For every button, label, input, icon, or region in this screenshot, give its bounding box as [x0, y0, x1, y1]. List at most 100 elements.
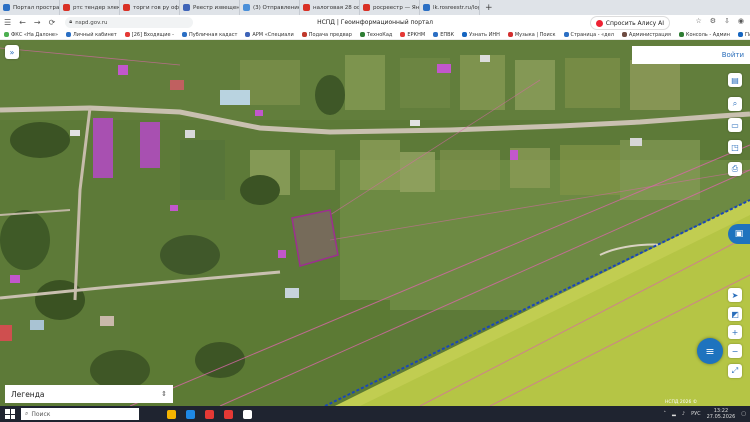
taskbar-app-icon[interactable] [205, 409, 214, 419]
favicon-icon [363, 4, 370, 11]
bookmark-item[interactable]: Личный кабинет [62, 32, 121, 38]
bookmark-item[interactable]: АРМ «Специали [241, 32, 297, 38]
address-bar: ☰ ← → ⟳ 🔒︎ nspd.gov.ru НСПД | Геоинформа… [0, 15, 750, 31]
bookmark-item[interactable]: Администрация [618, 32, 675, 38]
bookmark-label: Страница - «дел [570, 31, 614, 38]
extensions-icon[interactable]: ⚙ [710, 17, 716, 25]
url-field[interactable]: 🔒︎ nspd.gov.ru [65, 17, 194, 28]
bookmark-favicon-icon [245, 32, 251, 37]
map-view[interactable]: » Войти ▤ ⌕ ▭ ◳ ⎙ ▣ ➤ ◩ + − ⤢ ≡ Легенда … [0, 40, 750, 406]
bookmark-item[interactable]: ГИС Торги [734, 32, 750, 38]
windows-start-icon[interactable] [5, 409, 15, 419]
search-map-icon[interactable]: ⌕ [728, 97, 742, 111]
bookmark-label: АРМ «Специали [252, 31, 294, 38]
favicon-icon [63, 4, 70, 11]
tray-arrow-icon[interactable]: ˄ [664, 411, 667, 417]
bookmark-item[interactable]: Консоль - Админ [675, 32, 734, 38]
bookmark-favicon-icon [124, 32, 130, 37]
bookmark-favicon-icon [4, 32, 9, 37]
bookmark-label: [26] Входящие - [131, 31, 174, 38]
volume-icon[interactable]: ♪ [682, 411, 685, 417]
bookmark-item[interactable]: Страница - «дел [560, 32, 618, 38]
bookmark-favicon-icon [563, 32, 569, 37]
favicon-icon [303, 4, 310, 11]
bookmark-label: ЕПВК [440, 31, 455, 38]
clock[interactable]: 13:22 27.05.2026 [707, 408, 736, 420]
favicon-icon [243, 4, 250, 11]
language-indicator[interactable]: РУС [691, 411, 701, 417]
satellite-imagery [0, 40, 750, 406]
back-icon[interactable]: ← [15, 18, 30, 27]
browser-tab[interactable]: торги гов ру официа× [120, 0, 180, 15]
tab-title: (3) Отправление - По [253, 4, 300, 11]
notifications-icon[interactable]: ▢ [741, 411, 746, 417]
clock-date: 27.05.2026 [706, 414, 736, 420]
tab-title: lk.rosreestr.ru/login?redi [433, 4, 480, 11]
browser-tab[interactable]: Портал пространствен× [0, 0, 60, 15]
zoom-reset-button[interactable]: ⤢ [728, 364, 742, 378]
browser-tab[interactable]: налоговая 28 официа× [300, 0, 360, 15]
menu-icon[interactable]: ☰ [0, 18, 15, 27]
bookmark-label: Личный кабинет [73, 31, 117, 38]
bookmark-label: ГИС Торги [744, 31, 750, 38]
bookmark-item[interactable]: Узнать ИНН [458, 32, 504, 38]
search-icon: ⌕ [25, 410, 29, 417]
bookmark-label: Узнать ИНН [469, 31, 500, 38]
base-map-icon[interactable]: ◩ [728, 307, 742, 321]
legend-panel[interactable]: Легенда ⇕ [5, 385, 173, 403]
bookmark-favicon-icon [462, 32, 468, 37]
expand-icon[interactable]: ⇕ [161, 390, 167, 398]
browser-tab[interactable]: росреестр — Яндекс× [360, 0, 420, 15]
bookmark-item[interactable]: [26] Входящие - [121, 32, 178, 38]
bookmark-item[interactable]: ЕПВК [429, 32, 458, 38]
bookmark-label: Публичная кадаст [188, 31, 238, 38]
print-icon[interactable]: ⎙ [728, 162, 742, 176]
browser-tab[interactable]: (3) Отправление - По× [240, 0, 300, 15]
taskbar-app-icon[interactable] [243, 409, 252, 419]
selection-icon[interactable]: ◳ [728, 140, 742, 154]
legend-label: Легенда [11, 389, 45, 399]
tab-title: Портал пространствен [13, 4, 60, 11]
zoom-in-button[interactable]: + [728, 325, 742, 339]
login-label: Войти [721, 51, 744, 59]
network-icon[interactable]: ▂ [672, 411, 676, 417]
tab-title: Реестр извещений [193, 4, 240, 11]
download-icon[interactable]: ⇩ [724, 17, 730, 25]
bookmark-item[interactable]: Публичная кадаст [178, 32, 241, 38]
favicon-icon [183, 4, 190, 11]
chat-assistant-button[interactable]: ≡ [697, 338, 723, 364]
bookmark-item[interactable]: Музыка | Поиск [504, 32, 560, 38]
reload-icon[interactable]: ⟳ [45, 18, 60, 27]
bookmark-item[interactable]: Подача предвар [298, 32, 356, 38]
bookmark-icon[interactable]: ☆ [695, 17, 701, 25]
bookmark-favicon-icon [181, 32, 187, 37]
bookmark-label: ФКС «На Далоне» [11, 31, 59, 38]
layers-toggle-button[interactable]: » [5, 45, 19, 59]
browser-tab[interactable]: ртс тендер электронн× [60, 0, 120, 15]
layers-icon[interactable]: ▤ [728, 73, 742, 87]
zoom-out-button[interactable]: − [728, 344, 742, 358]
login-button[interactable]: Войти [632, 46, 750, 64]
selected-parcel[interactable] [291, 209, 339, 267]
ask-alice-button[interactable]: Спросить Алису AI [589, 16, 670, 30]
browser-tab[interactable]: lk.rosreestr.ru/login?redi× [420, 0, 480, 15]
bookmark-item[interactable]: ТехноКад [356, 32, 397, 38]
url-text: nspd.gov.ru [75, 19, 108, 26]
taskbar-search[interactable]: ⌕ Поиск [21, 408, 139, 420]
bookmark-favicon-icon [301, 32, 307, 37]
alice-icon [595, 19, 603, 27]
taskbar-app-icon[interactable] [224, 409, 233, 419]
taskbar-app-icon[interactable] [186, 409, 195, 419]
new-tab-button[interactable]: + [480, 3, 498, 13]
taskbar-app-icon[interactable] [167, 409, 176, 419]
forward-icon[interactable]: → [30, 18, 45, 27]
profile-icon[interactable]: ◉ [738, 17, 744, 25]
bookmark-item[interactable]: ФКС «На Далоне» [0, 32, 62, 38]
tab-title: торги гов ру официа [133, 4, 180, 11]
favicon-icon [123, 4, 130, 11]
side-panel-tab[interactable]: ▣ [728, 224, 750, 244]
locate-icon[interactable]: ➤ [728, 288, 742, 302]
measure-icon[interactable]: ▭ [728, 118, 742, 132]
bookmark-item[interactable]: ЕРКНМ [396, 32, 429, 38]
browser-tab[interactable]: Реестр извещений× [180, 0, 240, 15]
